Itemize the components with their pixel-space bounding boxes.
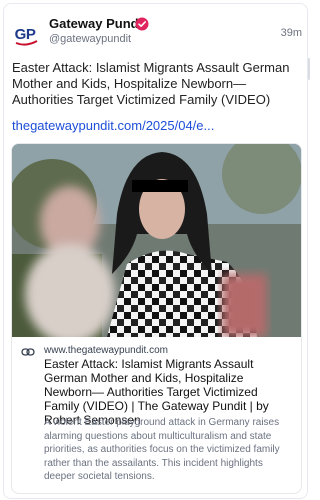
author-name[interactable]: Gateway Pundit (49, 16, 147, 31)
link-preview-card[interactable]: www.thegatewaypundit.com Easter Attack: … (11, 143, 302, 494)
preview-domain[interactable]: www.thegatewaypundit.com (44, 345, 168, 356)
link-icon (21, 348, 35, 356)
post-time[interactable]: 39m (281, 27, 302, 39)
author-handle[interactable]: @gatewaypundit (49, 33, 131, 45)
scrollbar[interactable] (308, 58, 310, 80)
avatar[interactable]: GP (10, 18, 42, 50)
post-text: Easter Attack: Islamist Migrants Assault… (12, 60, 290, 107)
preview-description: A violent Easter playground attack in Ge… (44, 417, 280, 482)
verified-badge-icon (135, 17, 149, 31)
avatar-logo-text: GP (15, 26, 36, 43)
post-link[interactable]: thegatewaypundit.com/2025/04/e... (12, 118, 214, 133)
preview-image[interactable] (12, 144, 301, 337)
